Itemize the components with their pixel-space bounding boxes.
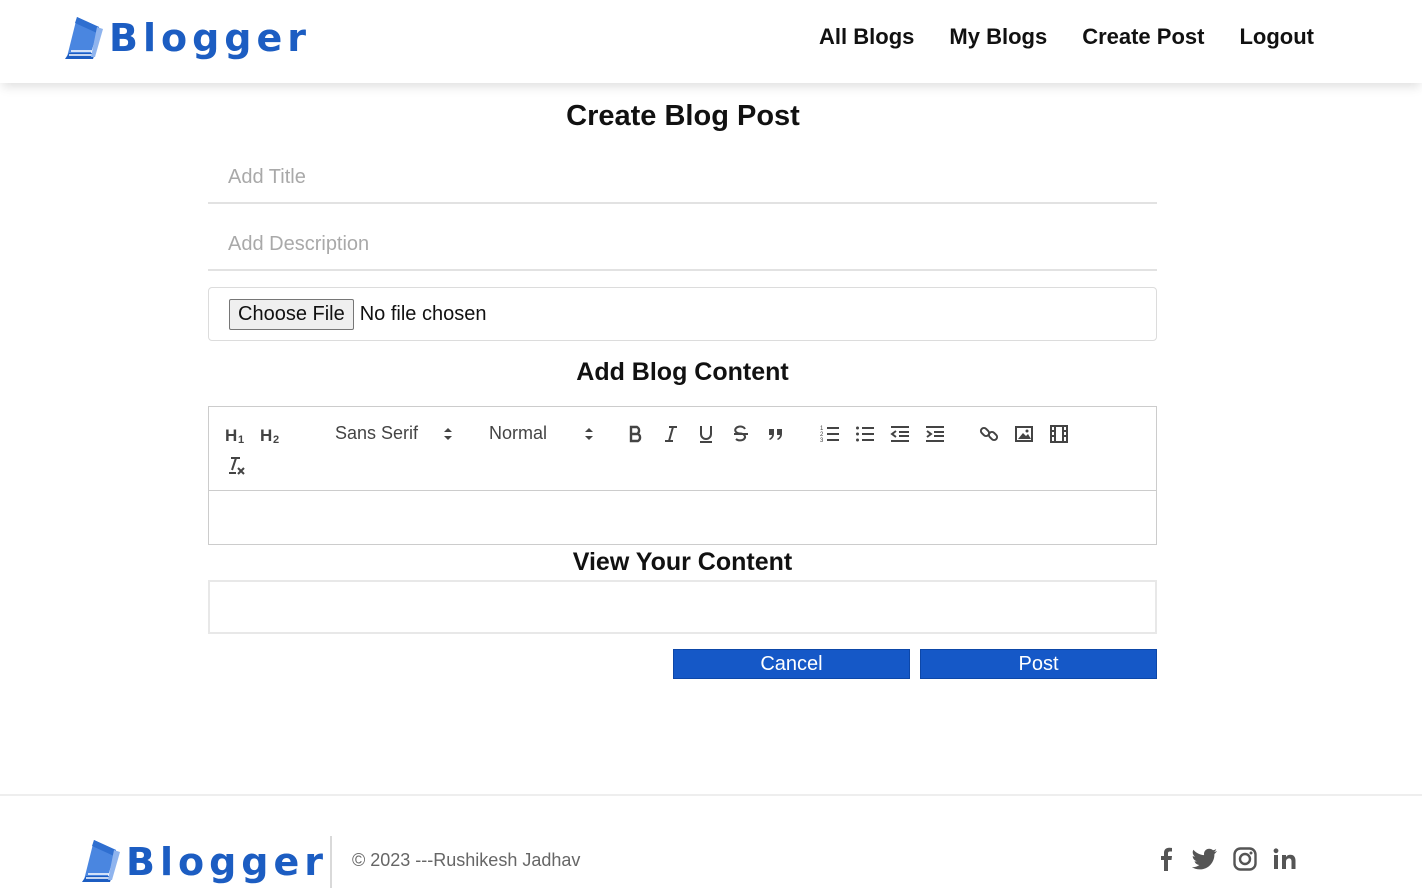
footer-divider — [330, 836, 332, 888]
brand-name: Blogger — [109, 16, 312, 60]
footer-brand-logo[interactable]: Blogger — [80, 836, 328, 884]
video-icon[interactable] — [1048, 422, 1070, 446]
twitter-icon[interactable] — [1191, 845, 1219, 873]
main-nav: All Blogs My Blogs Create Post Logout — [819, 24, 1314, 50]
picker-arrows-icon — [443, 427, 453, 441]
book-logo-icon — [63, 13, 105, 61]
content-editor[interactable] — [208, 490, 1157, 545]
bold-icon[interactable] — [625, 422, 647, 446]
clear-format-icon[interactable] — [225, 454, 249, 478]
header-2-icon[interactable]: H2 — [260, 423, 284, 447]
choose-file-button[interactable]: Choose File — [229, 298, 354, 330]
linkedin-icon[interactable] — [1271, 845, 1299, 873]
indent-icon[interactable] — [924, 422, 946, 446]
strikethrough-icon[interactable] — [730, 422, 752, 446]
editor-toolbar: H1 H2 Sans Serif Normal 123 — [208, 406, 1157, 491]
facebook-icon[interactable] — [1152, 845, 1180, 873]
svg-text:H: H — [225, 426, 237, 445]
ordered-list-icon[interactable]: 123 — [819, 422, 841, 446]
header-1-icon[interactable]: H1 — [225, 423, 249, 447]
nav-create-post[interactable]: Create Post — [1082, 24, 1204, 50]
nav-all-blogs[interactable]: All Blogs — [819, 24, 914, 50]
svg-text:2: 2 — [273, 434, 279, 445]
svg-text:H: H — [260, 426, 272, 445]
bullet-list-icon[interactable] — [854, 422, 876, 446]
nav-logout[interactable]: Logout — [1239, 24, 1314, 50]
description-input[interactable] — [208, 219, 1157, 271]
outdent-icon[interactable] — [889, 422, 911, 446]
image-icon[interactable] — [1013, 422, 1035, 446]
file-status: No file chosen — [359, 302, 487, 325]
picker-arrows-icon — [584, 427, 594, 441]
size-picker[interactable]: Normal — [489, 421, 599, 445]
link-icon[interactable] — [978, 422, 1000, 446]
copyright-text: © 2023 ---Rushikesh Jadhav — [352, 850, 581, 870]
svg-text:3: 3 — [820, 438, 824, 444]
font-picker-value: Sans Serif — [335, 422, 419, 443]
nav-my-blogs[interactable]: My Blogs — [949, 24, 1047, 50]
book-logo-icon — [80, 836, 122, 884]
title-input[interactable] — [208, 152, 1157, 204]
page-title: Create Blog Post — [566, 100, 800, 132]
file-upload-field: Choose File No file chosen — [208, 287, 1157, 341]
svg-text:1: 1 — [238, 434, 244, 445]
blockquote-icon[interactable] — [765, 422, 787, 446]
content-preview — [208, 580, 1157, 634]
post-button[interactable]: Post — [920, 649, 1157, 679]
view-heading: View Your Content — [572, 548, 793, 576]
header: Blogger All Blogs My Blogs Create Post L… — [0, 0, 1422, 83]
italic-icon[interactable] — [660, 422, 682, 446]
cancel-button[interactable]: Cancel — [673, 649, 910, 679]
font-picker[interactable]: Sans Serif — [335, 421, 455, 445]
size-picker-value: Normal — [489, 422, 548, 443]
content-heading: Add Blog Content — [576, 358, 789, 386]
underline-icon[interactable] — [695, 422, 717, 446]
instagram-icon[interactable] — [1231, 845, 1259, 873]
footer: Blogger © 2023 ---Rushikesh Jadhav — [0, 794, 1422, 893]
brand-logo[interactable]: Blogger — [63, 13, 311, 61]
footer-brand-name: Blogger — [126, 840, 329, 884]
